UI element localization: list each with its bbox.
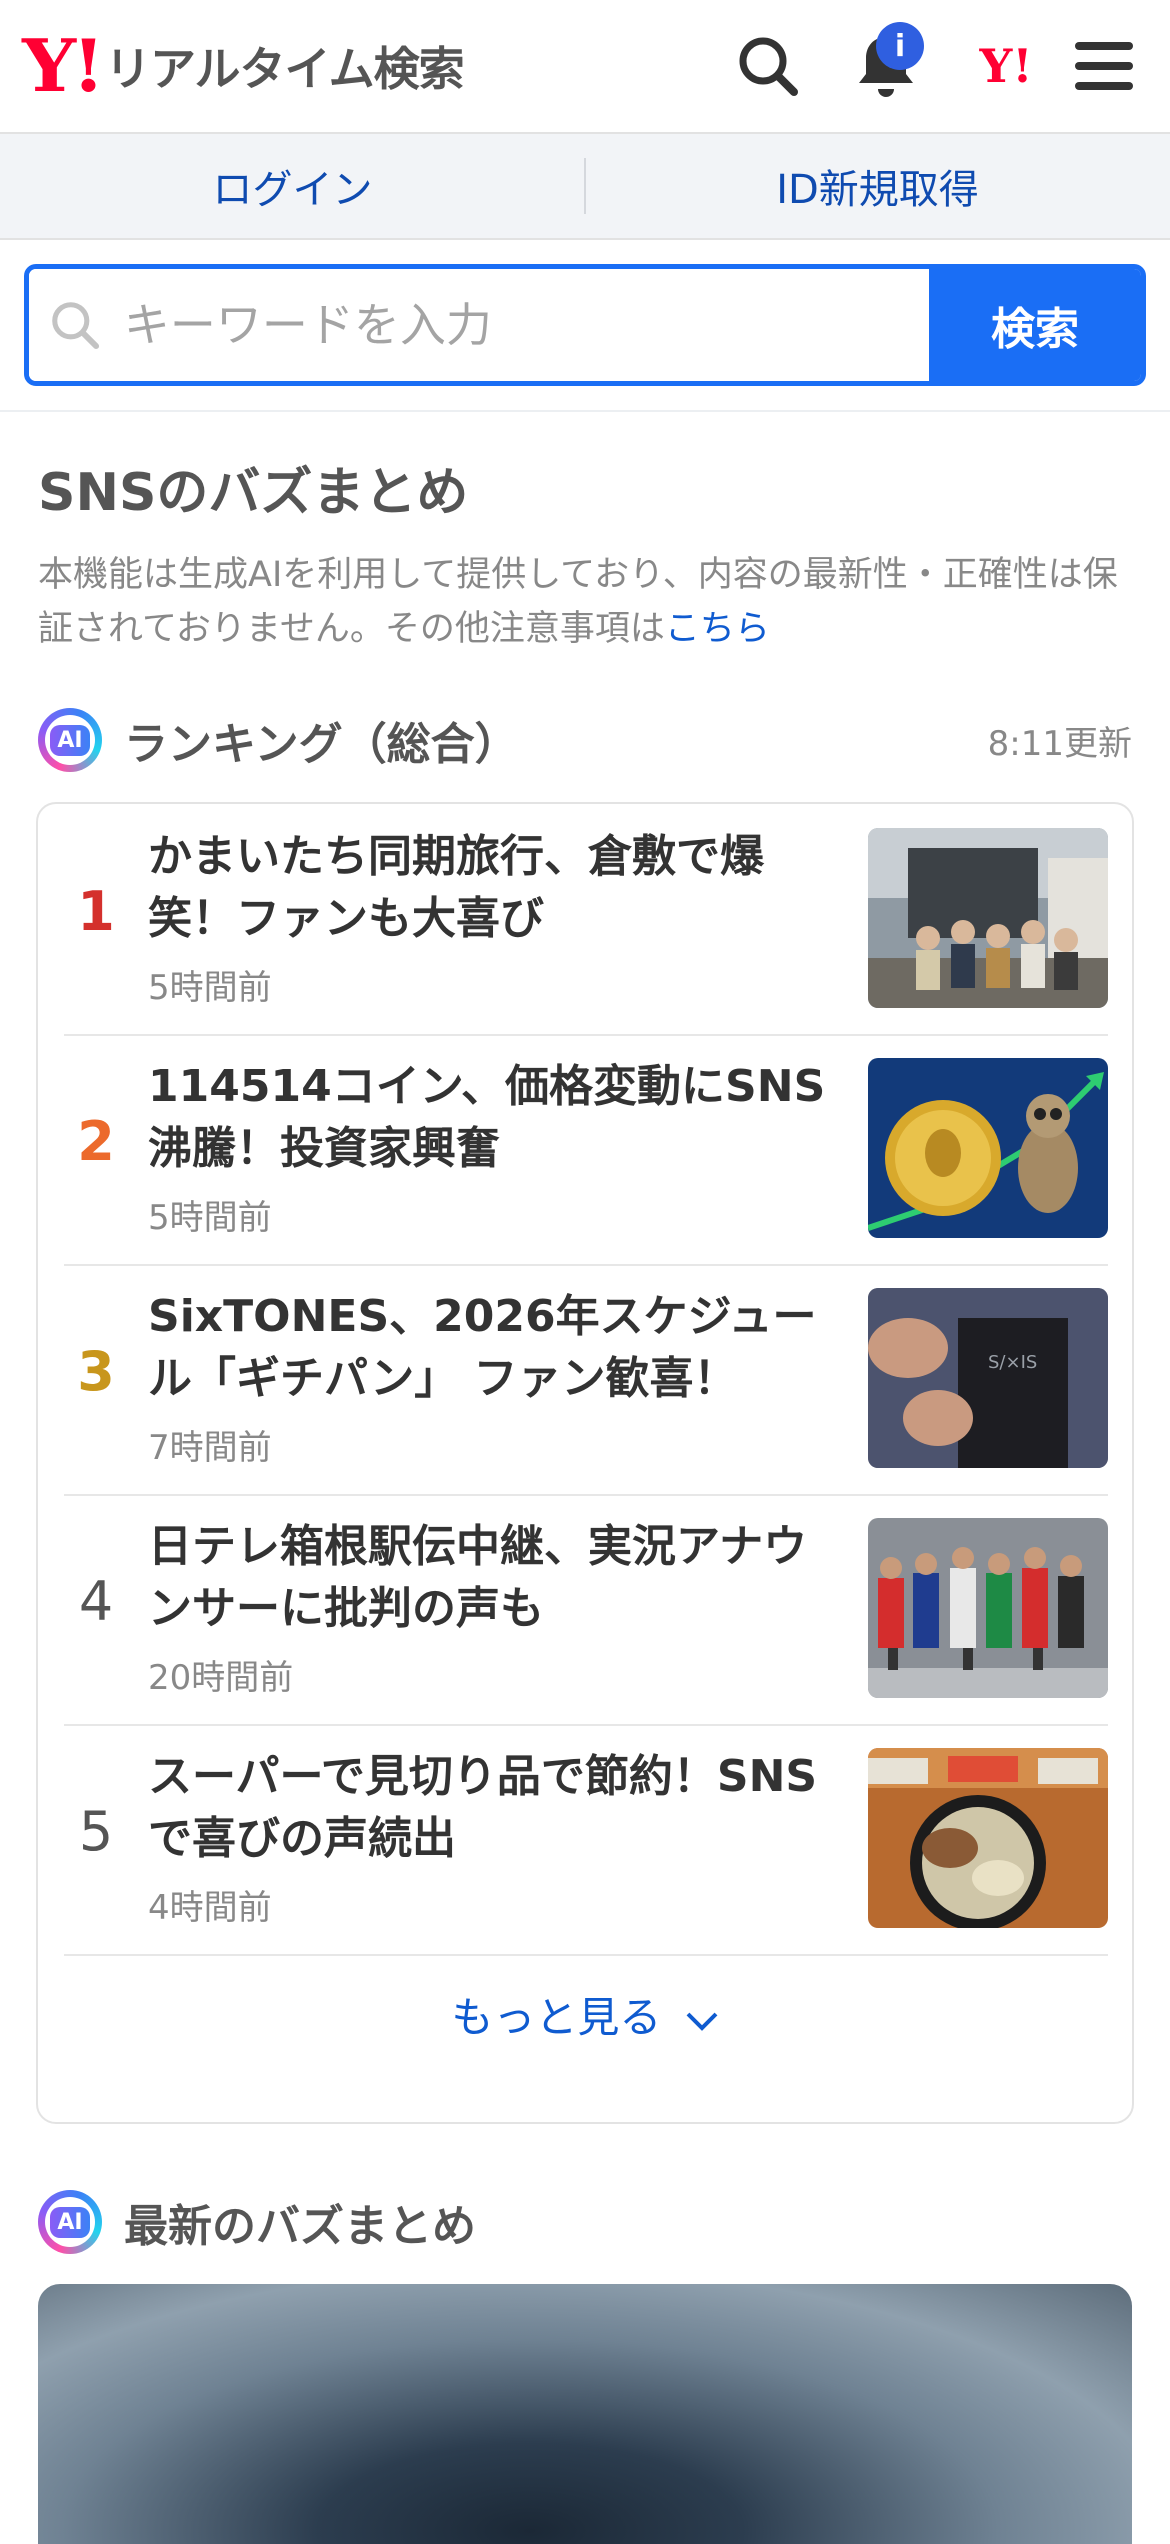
rank-number: 5 — [78, 1800, 114, 1863]
bell-icon[interactable]: i — [842, 22, 930, 110]
yahoo-mini-logo: Y! — [979, 39, 1033, 93]
logo-text: リアルタイム検索 — [105, 42, 465, 96]
page-title: SNSのバズまとめ — [38, 463, 469, 523]
rank-number: 4 — [78, 1570, 114, 1633]
thumbnail-image[interactable]: S/×IS — [868, 1288, 1108, 1468]
updated-time: 8:11更新 — [987, 723, 1132, 764]
ranking-item-time: 5時間前 — [148, 1198, 272, 1238]
yahoo-realtime-logo[interactable]: Y! リアルタイム検索 — [22, 23, 465, 108]
ranking-item[interactable]: 2 114514コイン、価格変動にSNS沸騰！投資家興奮 5時間前 — [64, 1034, 1108, 1266]
show-more-button[interactable]: もっと見る — [38, 1984, 1132, 2045]
ranking-item-time: 20時間前 — [148, 1658, 294, 1698]
menu-icon[interactable] — [1060, 22, 1148, 110]
disclaimer-link[interactable]: こちら — [665, 609, 770, 649]
yahoo-logo-icon[interactable]: Y! — [962, 22, 1050, 110]
ranking-item-title[interactable]: 日テレ箱根駅伝中継、実況アナウンサーに批判の声も — [148, 1516, 848, 1640]
ranking-item[interactable]: 1 かまいたち同期旅行、倉敷で爆笑！ファンも大喜び 5時間前 — [64, 804, 1108, 1036]
svg-text:S/×IS: S/×IS — [988, 1352, 1037, 1373]
search-input[interactable] — [121, 297, 929, 353]
ranking-item-time: 7時間前 — [148, 1428, 272, 1468]
search-field-icon — [29, 298, 122, 352]
divider — [0, 410, 1170, 412]
ai-icon: AI — [38, 2190, 102, 2254]
yahoo-logo-mark: Y! — [22, 23, 105, 108]
latest-hero-image[interactable] — [38, 2284, 1132, 2544]
chevron-down-icon — [675, 1993, 719, 2042]
thumbnail-image[interactable] — [868, 1058, 1108, 1238]
ranking-item[interactable]: 3 SixTONES、2026年スケジュール「ギチパン」 ファン歓喜！ 7時間前… — [64, 1264, 1108, 1496]
ranking-item-title[interactable]: 114514コイン、価格変動にSNS沸騰！投資家興奮 — [148, 1056, 848, 1180]
latest-header: AI 最新のバズまとめ — [38, 2186, 476, 2258]
ai-icon: AI — [38, 708, 102, 772]
ranking-item-title[interactable]: かまいたち同期旅行、倉敷で爆笑！ファンも大喜び — [148, 826, 848, 950]
login-link[interactable]: ログイン — [0, 157, 585, 215]
ranking-item-title[interactable]: SixTONES、2026年スケジュール「ギチパン」 ファン歓喜！ — [148, 1286, 848, 1410]
ranking-item-time: 4時間前 — [148, 1888, 272, 1928]
notification-badge: i — [876, 22, 924, 70]
latest-title: 最新のバズまとめ — [124, 2201, 476, 2252]
rank-number: 3 — [77, 1340, 115, 1403]
ranking-item[interactable]: 5 スーパーで見切り品で節約！SNSで喜びの声続出 4時間前 — [64, 1724, 1108, 1956]
thumbnail-image[interactable] — [868, 1748, 1108, 1928]
rank-number: 2 — [77, 1110, 115, 1173]
rank-number: 1 — [77, 880, 115, 943]
show-more-label: もっと見る — [451, 1993, 662, 2042]
login-bar: ログイン ID新規取得 — [0, 134, 1170, 240]
ranking-item-title[interactable]: スーパーで見切り品で節約！SNSで喜びの声続出 — [148, 1746, 848, 1870]
ranking-card: 1 かまいたち同期旅行、倉敷で爆笑！ファンも大喜び 5時間前 2 114514コ… — [36, 802, 1134, 2124]
thumbnail-image[interactable] — [868, 828, 1108, 1008]
search-icon[interactable] — [724, 22, 812, 110]
disclaimer-text: 本機能は生成AIを利用して提供しており、内容の最新性・正確性は保証されておりませ… — [38, 555, 1118, 649]
ranking-item[interactable]: 4 日テレ箱根駅伝中継、実況アナウンサーに批判の声も 20時間前 — [64, 1494, 1108, 1726]
search-bar: 検索 — [24, 264, 1146, 386]
app-header: Y! リアルタイム検索 i Y! — [0, 0, 1170, 134]
ranking-title: ランキング（総合） — [124, 719, 519, 770]
ranking-header: AI ランキング（総合） 8:11更新 — [38, 704, 1132, 776]
search-button[interactable]: 検索 — [929, 269, 1141, 381]
ranking-item-time: 5時間前 — [148, 968, 272, 1008]
disclaimer: 本機能は生成AIを利用して提供しており、内容の最新性・正確性は保証されておりませ… — [38, 548, 1138, 656]
signup-link[interactable]: ID新規取得 — [585, 157, 1170, 215]
login-divider — [584, 158, 586, 214]
search-field[interactable] — [29, 269, 929, 381]
thumbnail-image[interactable] — [868, 1518, 1108, 1698]
